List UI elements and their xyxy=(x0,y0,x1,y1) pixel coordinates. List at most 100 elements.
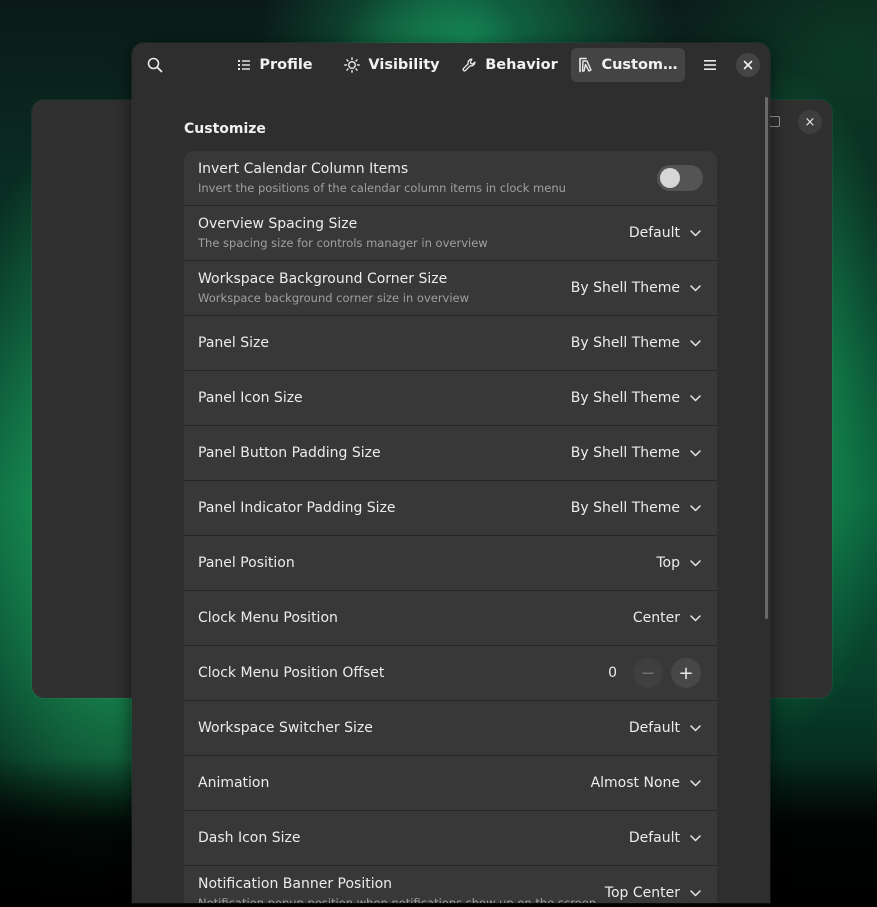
row-text: Panel Size xyxy=(198,316,269,370)
dropdown-value[interactable]: By Shell Theme xyxy=(571,500,680,516)
row-title: Notification Banner Position xyxy=(198,876,393,892)
settings-row[interactable]: Clock Menu Position Offset 0− + xyxy=(184,645,717,700)
settings-row[interactable]: Overview Spacing Size The spacing size fo… xyxy=(184,205,717,260)
chevron-down-icon[interactable] xyxy=(690,284,701,292)
settings-row[interactable]: Workspace Switcher Size Default xyxy=(184,700,717,755)
close-button[interactable] xyxy=(736,53,760,77)
row-control: Default xyxy=(629,206,701,260)
row-text: Animation xyxy=(198,756,269,810)
tab-visibility[interactable]: Visibility xyxy=(340,48,444,82)
row-text: Notification Banner Position Notification… xyxy=(198,866,596,903)
customize-icon xyxy=(578,57,593,73)
row-text: Panel Button Padding Size xyxy=(198,426,381,480)
list-icon xyxy=(237,58,251,72)
row-title: Overview Spacing Size xyxy=(198,216,358,232)
increment-button[interactable]: + xyxy=(671,658,701,688)
dropdown-value[interactable]: Top xyxy=(656,555,680,571)
row-subtitle: Workspace background corner size in over… xyxy=(198,291,470,305)
spin-value[interactable]: 0 xyxy=(608,665,617,681)
settings-list: Invert Calendar Column Items Invert the p… xyxy=(184,151,717,903)
background-window-close-button[interactable]: × xyxy=(798,110,822,134)
chevron-down-icon[interactable] xyxy=(690,339,701,347)
row-text: Clock Menu Position Offset xyxy=(198,646,384,700)
tab-label: Visibility xyxy=(368,57,440,73)
tab-label: Profile xyxy=(259,57,313,73)
row-title: Panel Button Padding Size xyxy=(198,445,381,461)
header-bar: Profile Visibility Behavior Custom… xyxy=(132,43,770,87)
settings-row[interactable]: Panel Icon Size By Shell Theme xyxy=(184,370,717,425)
scrollbar[interactable] xyxy=(765,97,768,619)
tab-profile[interactable]: Profile xyxy=(232,48,318,82)
dropdown-value[interactable]: Default xyxy=(629,225,680,241)
row-control xyxy=(657,151,703,205)
row-title: Invert Calendar Column Items xyxy=(198,161,409,177)
row-subtitle: The spacing size for controls manager in… xyxy=(198,236,488,250)
row-subtitle: Notification popup position when notific… xyxy=(198,896,597,903)
close-icon xyxy=(743,60,753,70)
wrench-icon xyxy=(462,57,477,73)
chevron-down-icon[interactable] xyxy=(690,779,701,787)
row-text: Overview Spacing Size The spacing size fo… xyxy=(198,206,488,260)
dropdown-value[interactable]: By Shell Theme xyxy=(571,390,680,406)
dropdown-value[interactable]: Default xyxy=(629,830,680,846)
chevron-down-icon[interactable] xyxy=(690,504,701,512)
chevron-down-icon[interactable] xyxy=(690,614,701,622)
toggle-switch[interactable] xyxy=(657,165,703,191)
search-icon xyxy=(147,57,163,73)
sun-icon xyxy=(344,57,361,73)
settings-row[interactable]: Invert Calendar Column Items Invert the p… xyxy=(184,151,717,205)
row-title: Clock Menu Position Offset xyxy=(198,665,385,681)
chevron-down-icon[interactable] xyxy=(690,449,701,457)
row-title: Dash Icon Size xyxy=(198,830,301,846)
tab-label: Behavior xyxy=(485,57,558,73)
chevron-down-icon[interactable] xyxy=(690,559,701,567)
dropdown-value[interactable]: By Shell Theme xyxy=(571,445,680,461)
row-control: By Shell Theme xyxy=(571,426,701,480)
row-text: Panel Position xyxy=(198,536,295,590)
dropdown-value[interactable]: By Shell Theme xyxy=(571,280,680,296)
settings-row[interactable]: Workspace Background Corner Size Workspac… xyxy=(184,260,717,315)
chevron-down-icon[interactable] xyxy=(690,394,701,402)
tab-customize[interactable]: Custom… xyxy=(571,48,685,82)
settings-row[interactable]: Panel Indicator Padding Size By Shell The… xyxy=(184,480,717,535)
row-control: Top xyxy=(656,536,701,590)
settings-row[interactable]: Dash Icon Size Default xyxy=(184,810,717,865)
settings-row[interactable]: Clock Menu Position Center xyxy=(184,590,717,645)
settings-row[interactable]: Panel Button Padding Size By Shell Theme xyxy=(184,425,717,480)
dropdown-value[interactable]: Default xyxy=(629,720,680,736)
search-button[interactable] xyxy=(140,50,170,80)
settings-row[interactable]: Notification Banner Position Notification… xyxy=(184,865,717,903)
chevron-down-icon[interactable] xyxy=(690,889,701,897)
dropdown-value[interactable]: By Shell Theme xyxy=(571,335,680,351)
tab-behavior[interactable]: Behavior xyxy=(460,48,560,82)
tab-label: Custom… xyxy=(601,57,678,73)
settings-row[interactable]: Panel Size By Shell Theme xyxy=(184,315,717,370)
row-text: Clock Menu Position xyxy=(198,591,338,645)
chevron-down-icon[interactable] xyxy=(690,229,701,237)
chevron-down-icon[interactable] xyxy=(690,834,701,842)
row-title: Panel Icon Size xyxy=(198,390,303,406)
chevron-down-icon[interactable] xyxy=(690,724,701,732)
dropdown-value[interactable]: Center xyxy=(633,610,680,626)
maximize-icon[interactable] xyxy=(769,116,780,127)
preferences-page: Customize Invert Calendar Column Items In… xyxy=(184,99,717,903)
row-control: By Shell Theme xyxy=(571,371,701,425)
row-text: Panel Indicator Padding Size xyxy=(198,481,396,535)
row-title: Workspace Switcher Size xyxy=(198,720,373,736)
preferences-window: Profile Visibility Behavior Custom… Cust… xyxy=(132,43,770,903)
hamburger-icon xyxy=(704,60,716,70)
decrement-button[interactable]: − xyxy=(633,658,663,688)
dropdown-value[interactable]: Almost None xyxy=(591,775,680,791)
settings-row[interactable]: Panel Position Top xyxy=(184,535,717,590)
row-control: By Shell Theme xyxy=(571,316,701,370)
row-control: Top Center xyxy=(605,866,701,903)
row-text: Dash Icon Size xyxy=(198,811,300,865)
main-menu-button[interactable] xyxy=(695,50,725,80)
dropdown-value[interactable]: Top Center xyxy=(605,885,680,901)
row-title: Panel Position xyxy=(198,555,295,571)
settings-row[interactable]: Animation Almost None xyxy=(184,755,717,810)
row-title: Animation xyxy=(198,775,270,791)
row-title: Workspace Background Corner Size xyxy=(198,271,448,287)
row-text: Panel Icon Size xyxy=(198,371,303,425)
row-text: Workspace Background Corner Size Workspac… xyxy=(198,261,469,315)
